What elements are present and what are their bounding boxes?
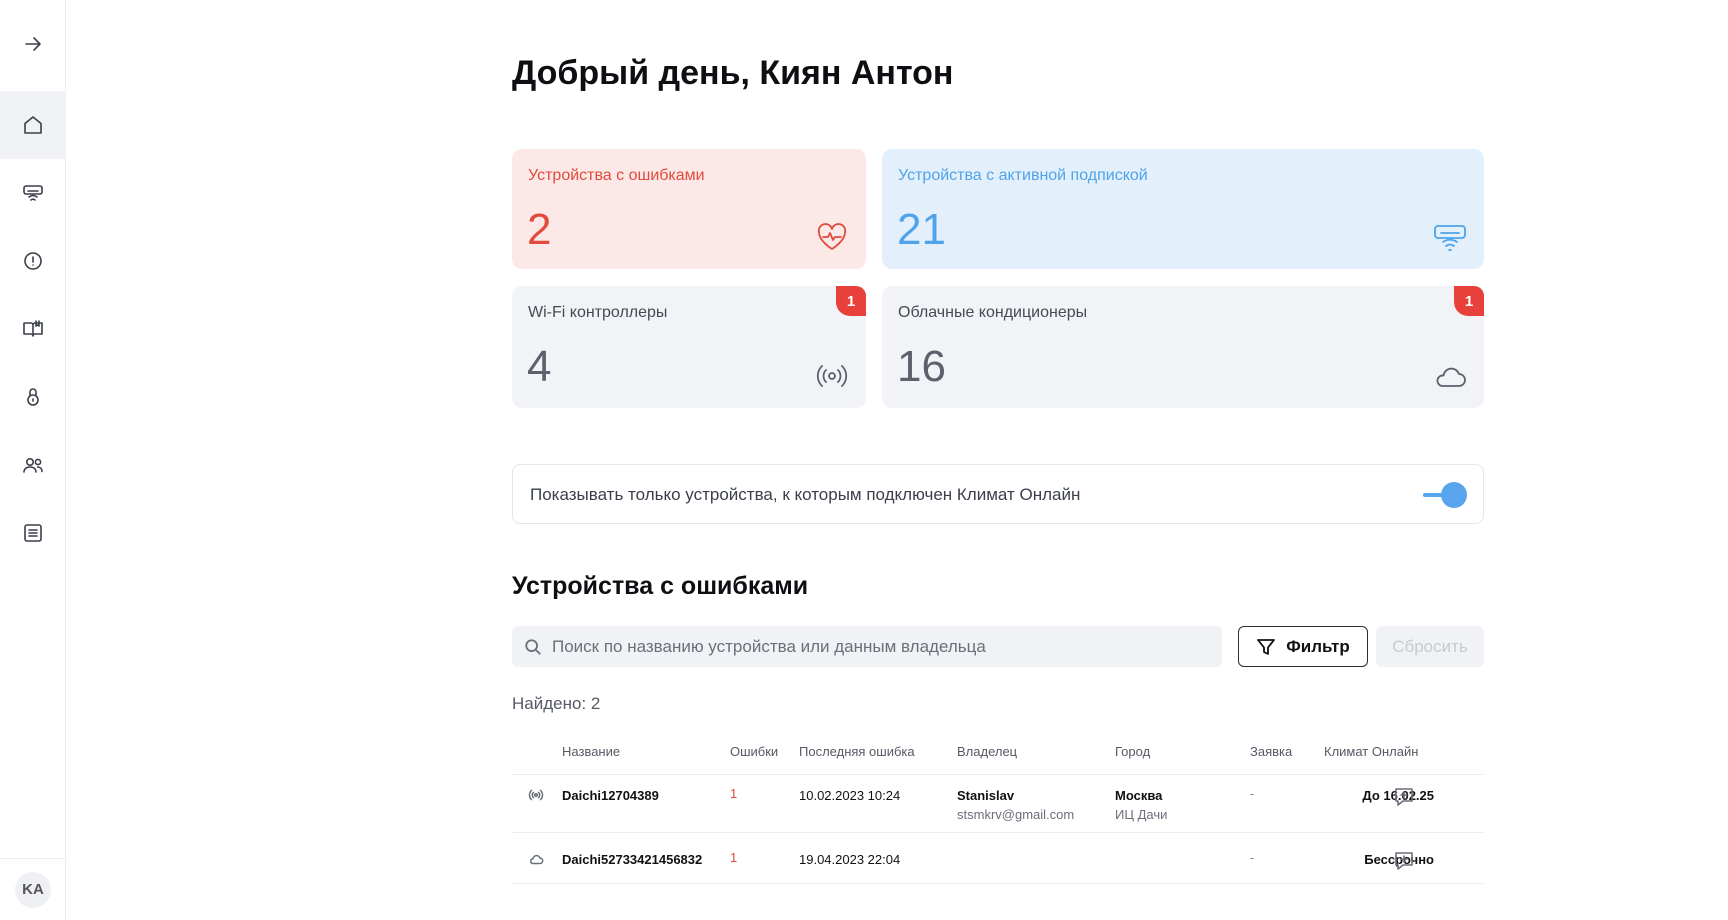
wireless-icon <box>814 358 850 394</box>
air-conditioner-icon <box>1432 219 1468 255</box>
list-icon <box>24 524 42 542</box>
card-title: Устройства с ошибками <box>528 167 705 184</box>
column-header-errors[interactable]: Ошибки <box>730 744 778 759</box>
cloud-icon <box>1432 358 1468 394</box>
owner-name: Stanislav <box>957 788 1015 803</box>
home-icon <box>24 116 42 134</box>
card-value: 2 <box>527 205 552 254</box>
add-comment-button[interactable] <box>1392 849 1416 873</box>
wireless-icon <box>528 787 544 808</box>
sidebar-item-users[interactable] <box>0 431 66 499</box>
card-active-subscription[interactable]: Устройства с активной подпиской 21 <box>882 149 1484 269</box>
search-icon <box>525 639 541 655</box>
card-title: Облачные кондиционеры <box>898 304 1088 321</box>
toggle-label: Показывать только устройства, к которым … <box>530 485 1081 504</box>
sidebar: KA <box>0 0 66 920</box>
filter-button[interactable]: Фильтр <box>1238 626 1368 667</box>
section-title: Устройства с ошибками <box>512 572 809 600</box>
row-divider <box>512 832 1484 833</box>
results-count: Найдено: 2 <box>512 694 601 713</box>
climate-online-filter: Показывать только устройства, к которым … <box>512 464 1484 524</box>
notification-badge: 1 <box>1454 286 1484 316</box>
column-header-name[interactable]: Название <box>562 744 620 759</box>
arrow-right-icon <box>25 37 41 51</box>
cloud-icon <box>528 851 544 872</box>
card-wifi-controllers[interactable]: Wi-Fi контроллеры 4 1 <box>512 286 866 408</box>
table-header-divider <box>512 774 1484 775</box>
column-header-city[interactable]: Город <box>1115 744 1150 759</box>
message-plus-icon <box>1395 788 1413 806</box>
card-value: 16 <box>897 342 946 391</box>
owner-email: stsmkrv@gmail.com <box>957 807 1075 822</box>
search-box <box>512 626 1222 667</box>
column-header-owner[interactable]: Владелец <box>957 744 1017 759</box>
column-header-last-error[interactable]: Последняя ошибка <box>799 744 915 759</box>
book-icon <box>23 320 43 337</box>
reset-button[interactable]: Сбросить <box>1376 626 1484 667</box>
sidebar-item-docs[interactable] <box>0 295 66 363</box>
sidebar-item-access[interactable] <box>0 363 66 431</box>
sidebar-footer: KA <box>0 858 66 920</box>
row-divider <box>512 883 1484 884</box>
search-input[interactable] <box>552 626 1212 667</box>
notification-badge: 1 <box>836 286 866 316</box>
city-detail: ИЦ Дачи <box>1115 807 1168 822</box>
page-title: Добрый день, Киян Антон <box>512 54 954 92</box>
error-count: 1 <box>730 786 738 801</box>
device-name[interactable]: Daichi52733421456832 <box>562 852 702 867</box>
lock-icon <box>27 388 39 406</box>
users-icon <box>23 458 43 473</box>
column-header-request[interactable]: Заявка <box>1250 744 1292 759</box>
error-count: 1 <box>730 850 738 865</box>
card-title: Устройства с активной подпиской <box>898 167 1148 184</box>
last-error-date: 10.02.2023 10:24 <box>799 788 901 803</box>
column-header-climate-online[interactable]: Климат Онлайн <box>1324 744 1418 759</box>
sidebar-item-errors[interactable] <box>0 227 66 295</box>
alert-circle-icon <box>24 252 42 270</box>
sidebar-item-home[interactable] <box>0 91 66 159</box>
air-conditioner-icon <box>23 185 43 201</box>
message-plus-icon <box>1395 852 1413 870</box>
card-title: Wi-Fi контроллеры <box>528 304 668 321</box>
avatar[interactable]: KA <box>15 871 51 908</box>
expand-sidebar-button[interactable] <box>0 10 66 78</box>
sidebar-item-list[interactable] <box>0 499 66 567</box>
funnel-icon <box>1257 638 1276 655</box>
request-status: - <box>1250 850 1255 865</box>
card-cloud-conditioners[interactable]: Облачные кондиционеры 16 1 <box>882 286 1484 408</box>
last-error-date: 19.04.2023 22:04 <box>799 852 901 867</box>
card-value: 4 <box>527 342 552 391</box>
heart-pulse-icon <box>814 219 850 255</box>
card-value: 21 <box>897 205 946 254</box>
request-status: - <box>1250 786 1255 801</box>
sidebar-item-devices[interactable] <box>0 159 66 227</box>
add-comment-button[interactable] <box>1392 785 1416 809</box>
toggle-knob <box>1441 482 1467 508</box>
filter-button-label: Фильтр <box>1286 636 1350 656</box>
climate-online-toggle[interactable] <box>1423 482 1467 508</box>
device-name[interactable]: Daichi12704389 <box>562 788 659 803</box>
card-devices-with-errors[interactable]: Устройства с ошибками 2 <box>512 149 866 269</box>
city: Москва <box>1115 788 1163 803</box>
